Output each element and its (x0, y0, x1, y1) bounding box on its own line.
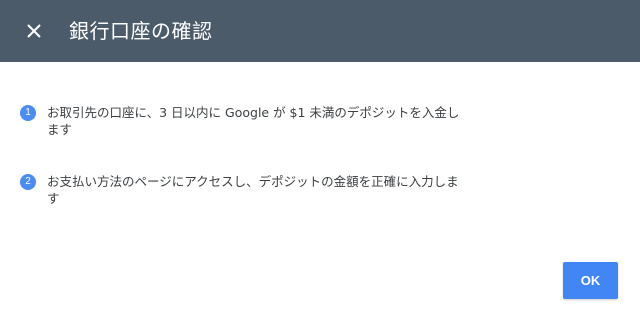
close-button[interactable] (20, 17, 48, 45)
step-number-badge: 2 (20, 174, 36, 190)
step-item: 1 お取引先の口座に、3 日以内に Google が $1 未満のデポジットを入… (20, 104, 460, 138)
close-icon (27, 24, 41, 38)
step-number-badge: 1 (20, 105, 36, 121)
step-text: お支払い方法のページにアクセスし、デポジットの金額を正確に入力します (47, 174, 459, 206)
dialog-header: 銀行口座の確認 (0, 0, 640, 62)
steps-list: 1 お取引先の口座に、3 日以内に Google が $1 未満のデポジットを入… (20, 104, 460, 207)
dialog-title: 銀行口座の確認 (69, 19, 213, 43)
ok-button[interactable]: OK (563, 262, 618, 299)
step-text: お取引先の口座に、3 日以内に Google が $1 未満のデポジットを入金し… (47, 105, 460, 137)
step-item: 2 お支払い方法のページにアクセスし、デポジットの金額を正確に入力します (20, 173, 460, 207)
